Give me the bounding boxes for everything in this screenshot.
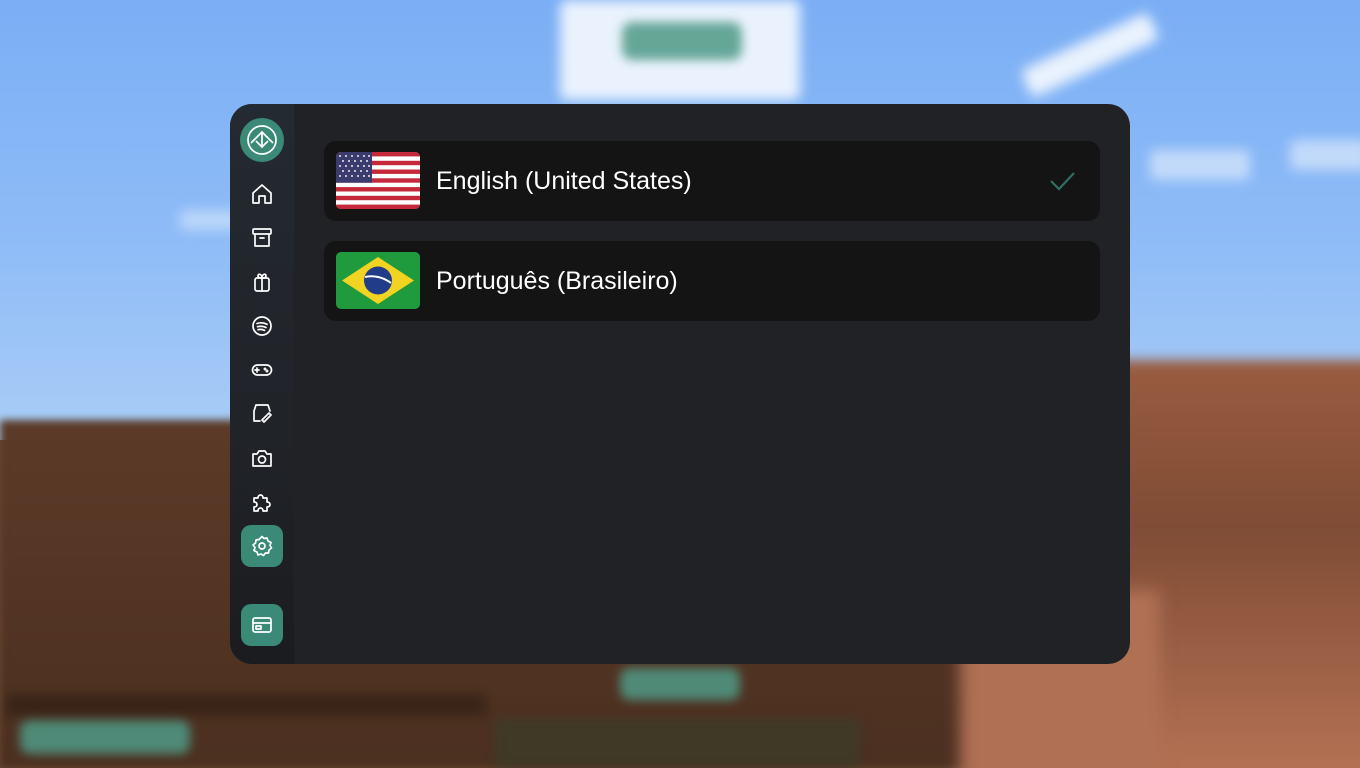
- language-option-portuguese[interactable]: Português (Brasileiro): [324, 241, 1100, 321]
- gift-icon: [254, 273, 270, 292]
- nav-cosmetics[interactable]: [241, 393, 283, 435]
- settings-panel: English (United States) Português (Brasi…: [230, 104, 1130, 664]
- hud-editor-button[interactable]: [241, 604, 283, 646]
- cosmetics-pencil-icon: [253, 404, 272, 423]
- gear-icon: [252, 535, 273, 557]
- cloud: [1290, 140, 1360, 170]
- language-label: English (United States): [436, 167, 692, 195]
- us-flag-icon: [336, 152, 420, 209]
- hotbar: [495, 718, 860, 768]
- sidebar: [230, 104, 294, 664]
- puzzle-icon: [253, 494, 271, 512]
- nav-archive[interactable]: [241, 217, 283, 259]
- nav-games[interactable]: [241, 349, 283, 391]
- hud-button: [622, 22, 742, 60]
- hud-button: [620, 668, 740, 700]
- app-logo[interactable]: [240, 118, 284, 162]
- nav-settings[interactable]: [241, 525, 283, 567]
- camera-icon: [252, 450, 272, 467]
- nav-screenshots[interactable]: [241, 437, 283, 479]
- nav-gift[interactable]: [241, 261, 283, 303]
- nav-spotify[interactable]: [241, 305, 283, 347]
- hud-button: [20, 720, 190, 754]
- logo-icon: [247, 125, 277, 155]
- br-flag-icon: [336, 252, 420, 309]
- language-list: English (United States) Português (Brasi…: [294, 104, 1130, 664]
- nav-mods[interactable]: [241, 481, 283, 523]
- checkmark-icon: [1048, 167, 1076, 195]
- home-icon: [252, 184, 272, 204]
- language-option-english[interactable]: English (United States): [324, 141, 1100, 221]
- language-label: Português (Brasileiro): [436, 267, 678, 295]
- hud-editor-icon: [252, 617, 272, 633]
- cloud: [1150, 150, 1250, 180]
- archive-icon: [252, 228, 272, 247]
- chat-line: [6, 694, 486, 716]
- spotify-icon: [252, 316, 272, 336]
- nav-home[interactable]: [241, 173, 283, 215]
- gamepad-icon: [251, 364, 273, 376]
